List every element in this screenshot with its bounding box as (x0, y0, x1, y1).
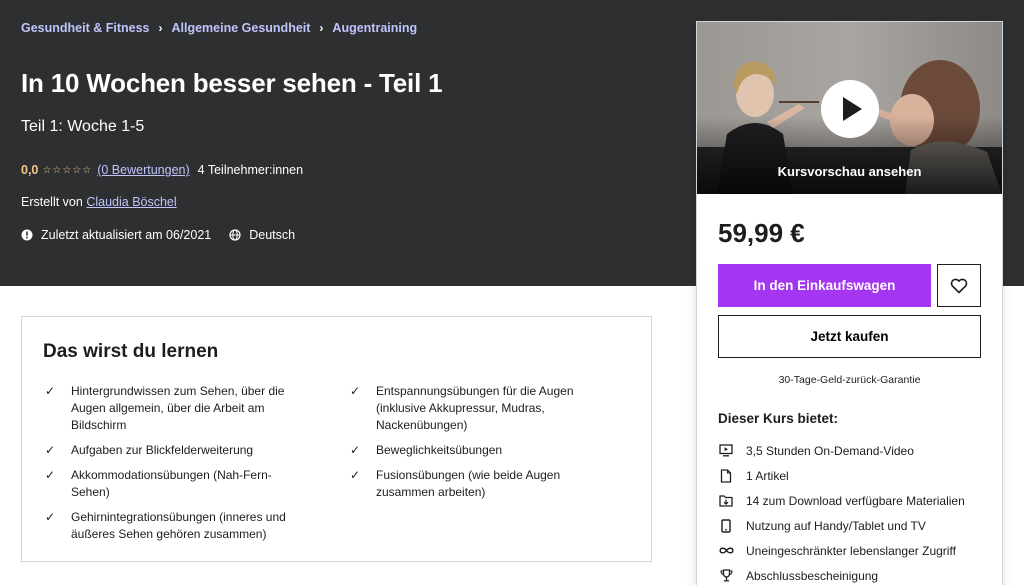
chevron-right-icon: › (158, 21, 163, 35)
participant-count: 4 Teilnehmer:innen (197, 163, 304, 177)
creator-row: Erstellt von Claudia Böschel (21, 195, 177, 209)
list-item: Abschlussbescheinigung (718, 563, 965, 585)
course-subtitle: Teil 1: Woche 1-5 (21, 118, 145, 135)
meta-row: Zuletzt aktualisiert am 06/2021 Deutsch (21, 228, 313, 242)
star-rating-icon: ☆☆☆☆☆ (42, 164, 93, 176)
breadcrumb: Gesundheit & Fitness › Allgemeine Gesund… (21, 21, 417, 35)
purchase-sidebar: Kursvorschau ansehen 59,99 € In den Eink… (696, 21, 1003, 585)
list-item: 14 zum Download verfügbare Materialien (718, 488, 965, 513)
checkmark-icon: ✓ (350, 468, 361, 482)
course-title: In 10 Wochen besser sehen - Teil 1 (21, 68, 443, 98)
download-icon (719, 494, 733, 507)
mobile-icon (721, 518, 731, 533)
checkmark-icon: ✓ (45, 468, 56, 482)
play-icon (843, 97, 862, 121)
rating-count-link[interactable]: (0 Bewertungen) (97, 163, 189, 177)
checkmark-icon: ✓ (350, 443, 361, 457)
learn-item: ✓ Beweglichkeitsübungen (350, 443, 503, 457)
rating-value: 0,0 (21, 163, 39, 177)
list-item: 3,5 Stunden On-Demand-Video (718, 438, 965, 463)
rating-row: 0,0 ☆☆☆☆☆ (0 Bewertungen) 4 Teilnehmer:i… (21, 163, 303, 177)
what-you-learn-box: Das wirst du lernen ✓ Hintergrundwissen z… (21, 316, 652, 562)
course-preview[interactable]: Kursvorschau ansehen (697, 22, 1002, 194)
play-button[interactable] (821, 80, 879, 138)
learn-item: ✓ Aufgaben zur Blickfelderweiterung (45, 443, 254, 457)
video-icon (719, 444, 733, 457)
what-you-learn-title: Das wirst du lernen (43, 341, 219, 362)
wishlist-button[interactable] (937, 264, 981, 307)
checkmark-icon: ✓ (45, 443, 56, 457)
file-icon (720, 468, 732, 483)
language: Deutsch (229, 228, 295, 242)
trophy-icon (719, 569, 733, 582)
chevron-right-icon: › (319, 21, 324, 35)
learn-item: ✓ Akkommodationsübungen (Nah-Fern-Sehen) (45, 468, 272, 499)
add-to-cart-button[interactable]: In den Einkaufswagen (718, 264, 931, 307)
list-item: Uneingeschränkter lebenslanger Zugriff (718, 538, 965, 563)
learn-item: ✓ Entspannungsübungen für die Augen (inkl… (350, 384, 574, 432)
checkmark-icon: ✓ (45, 384, 56, 398)
learn-item: ✓ Fusionsübungen (wie beide Augen zusamme… (350, 468, 561, 499)
list-item: 1 Artikel (718, 463, 965, 488)
learn-item: ✓ Hintergrundwissen zum Sehen, über die A… (45, 384, 285, 432)
learn-column-right: ✓ Entspannungsübungen für die Augen (inkl… (348, 383, 608, 509)
includes-title: Dieser Kurs bietet: (718, 411, 839, 426)
heart-icon (950, 278, 968, 293)
author-link[interactable]: Claudia Böschel (86, 195, 176, 209)
money-back-guarantee: 30-Tage-Geld-zurück-Garantie (778, 374, 921, 386)
checkmark-icon: ✓ (45, 510, 56, 524)
includes-list: 3,5 Stunden On-Demand-Video 1 Artikel 14… (718, 438, 965, 585)
infinity-icon (718, 547, 734, 554)
last-updated: Zuletzt aktualisiert am 06/2021 (21, 228, 211, 242)
breadcrumb-item-eye-training[interactable]: Augentraining (332, 21, 417, 35)
globe-icon (229, 229, 241, 241)
checkmark-icon: ✓ (350, 384, 361, 398)
buy-now-button[interactable]: Jetzt kaufen (718, 315, 981, 358)
last-updated-text: Zuletzt aktualisiert am 06/2021 (41, 228, 212, 242)
preview-label: Kursvorschau ansehen (777, 164, 922, 179)
list-item: Nutzung auf Handy/Tablet und TV (718, 513, 965, 538)
created-by-label: Erstellt von (21, 195, 83, 209)
course-price: 59,99 € (718, 218, 805, 248)
language-text: Deutsch (249, 228, 296, 242)
breadcrumb-item-health-fitness[interactable]: Gesundheit & Fitness (21, 21, 150, 35)
breadcrumb-item-general-health[interactable]: Allgemeine Gesundheit (172, 21, 311, 35)
learn-column-left: ✓ Hintergrundwissen zum Sehen, über die A… (43, 383, 303, 551)
learn-item: ✓ Gehirnintegrationsübungen (inneres und … (45, 510, 286, 541)
alert-badge-icon (21, 229, 33, 241)
